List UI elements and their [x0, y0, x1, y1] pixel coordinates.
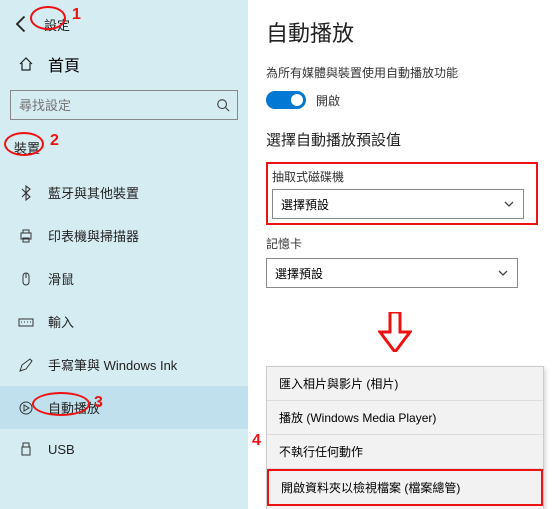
toggle-row: 開啟	[266, 91, 538, 109]
home-link[interactable]: 首頁	[0, 44, 248, 84]
back-button[interactable]	[12, 14, 32, 34]
nav-autoplay[interactable]: 自動播放 3	[0, 386, 248, 429]
pen-icon	[18, 357, 34, 373]
printer-icon	[18, 228, 34, 244]
dropdown-item-import[interactable]: 匯入相片與影片 (相片)	[267, 367, 543, 401]
nav-bluetooth[interactable]: 藍牙與其他裝置	[0, 171, 248, 214]
search-wrap	[10, 90, 238, 120]
select-memory[interactable]: 選擇預設	[266, 258, 518, 288]
autoplay-icon	[18, 400, 34, 416]
nav-printers[interactable]: 印表機與掃描器	[0, 214, 248, 257]
nav-label: 自動播放	[48, 398, 100, 417]
search-icon	[216, 98, 230, 112]
highlight-removable: 抽取式磁碟機 選擇預設	[266, 162, 538, 225]
content: 自動播放 為所有媒體與裝置使用自動播放功能 開啟 選擇自動播放預設值 抽取式磁碟…	[248, 0, 552, 509]
field-label-memory: 記憶卡	[266, 235, 538, 252]
field-memory: 記憶卡 選擇預設	[266, 235, 538, 288]
dropdown-item-open-folder[interactable]: 開啟資料夾以檢視檔案 (檔案總管)	[267, 469, 543, 506]
page-title: 自動播放	[266, 16, 538, 48]
defaults-heading: 選擇自動播放預設值	[266, 129, 538, 150]
section-label: 裝置 2	[0, 130, 248, 167]
home-label: 首頁	[48, 52, 80, 76]
nav-list: 藍牙與其他裝置 印表機與掃描器 滑鼠 輸入 手寫筆與 Windows Ink 自…	[0, 171, 248, 469]
bluetooth-icon	[18, 185, 34, 201]
nav-typing[interactable]: 輸入	[0, 300, 248, 343]
chevron-down-icon	[497, 267, 509, 279]
nav-label: 輸入	[48, 312, 74, 331]
autoplay-desc: 為所有媒體與裝置使用自動播放功能	[266, 64, 538, 81]
dropdown-item-none[interactable]: 不執行任何動作	[267, 435, 543, 469]
nav-mouse[interactable]: 滑鼠	[0, 257, 248, 300]
autoplay-toggle[interactable]	[266, 91, 306, 109]
arrow-left-icon	[12, 14, 32, 34]
select-value: 選擇預設	[281, 196, 329, 213]
select-removable[interactable]: 選擇預設	[272, 189, 524, 219]
nav-label: 滑鼠	[48, 269, 74, 288]
arrow-down-annotation	[378, 312, 412, 352]
usb-icon	[18, 441, 34, 457]
dropdown-menu: 匯入相片與影片 (相片) 播放 (Windows Media Player) 不…	[266, 366, 544, 509]
home-icon	[18, 56, 34, 72]
nav-label: 手寫筆與 Windows Ink	[48, 355, 177, 374]
field-label-removable: 抽取式磁碟機	[272, 168, 532, 185]
mouse-icon	[18, 271, 34, 287]
nav-label: USB	[48, 442, 75, 457]
nav-label: 藍牙與其他裝置	[48, 183, 139, 202]
search-input[interactable]	[10, 90, 238, 120]
nav-usb[interactable]: USB	[0, 429, 248, 469]
settings-title: 設定	[44, 15, 70, 34]
toggle-label: 開啟	[316, 92, 340, 109]
sidebar: 設定 1 首頁 裝置 2 藍牙與其他裝置 印表機與掃描器 滑鼠 輸入	[0, 0, 248, 509]
select-value: 選擇預設	[275, 265, 323, 282]
keyboard-icon	[18, 314, 34, 330]
chevron-down-icon	[503, 198, 515, 210]
dropdown-item-play[interactable]: 播放 (Windows Media Player)	[267, 401, 543, 435]
nav-label: 印表機與掃描器	[48, 226, 139, 245]
header: 設定 1	[0, 8, 248, 44]
nav-pen[interactable]: 手寫筆與 Windows Ink	[0, 343, 248, 386]
